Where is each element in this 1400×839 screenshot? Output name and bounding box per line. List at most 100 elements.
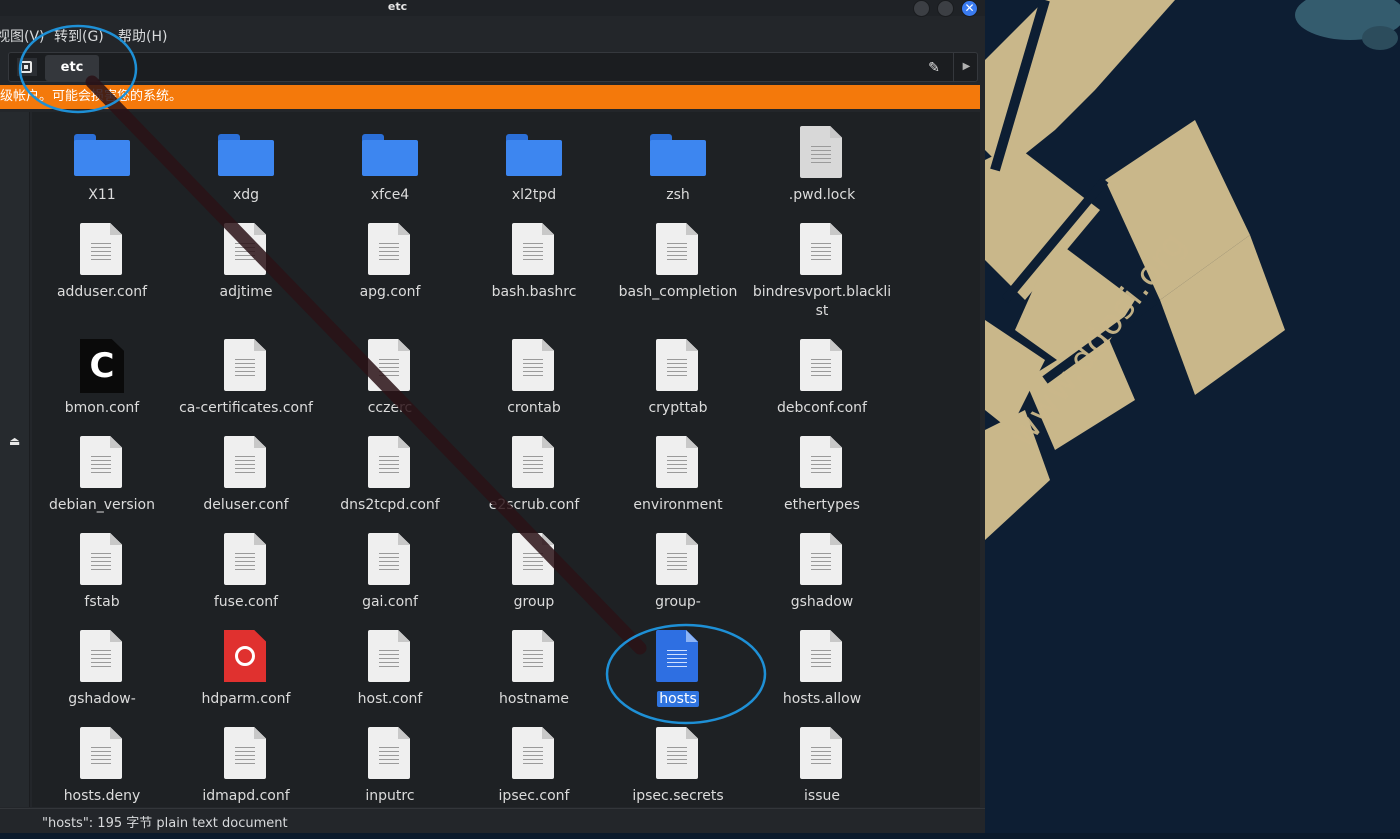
text-file-icon <box>80 727 124 781</box>
text-file-icon <box>656 533 700 587</box>
folder-icon <box>649 126 707 180</box>
text-file-icon <box>224 533 268 587</box>
file-name-label: hosts <box>657 691 699 707</box>
c-source-file-icon: C <box>80 339 124 393</box>
file-name-label: inputrc <box>365 788 415 804</box>
path-scroll-right-button[interactable]: ▶ <box>953 53 979 81</box>
file-item[interactable]: deluser.conf <box>176 428 316 524</box>
file-item[interactable]: issue <box>752 719 892 807</box>
status-bar: "hosts": 195 字节 plain text document <box>0 808 985 833</box>
file-name-label: ipsec.conf <box>498 788 570 804</box>
file-name-label: issue <box>804 788 840 804</box>
file-name-label: bmon.conf <box>64 400 140 416</box>
text-file-icon <box>224 339 268 393</box>
text-file-icon <box>512 630 556 684</box>
menu-help[interactable]: 帮助(H) <box>118 26 167 46</box>
file-item[interactable]: apg.conf <box>320 215 460 311</box>
drive-icon <box>20 61 32 73</box>
file-item[interactable]: bash_completion <box>608 215 748 311</box>
file-name-label: e2scrub.conf <box>488 497 580 513</box>
file-item[interactable]: host.conf <box>320 622 460 718</box>
file-item[interactable]: gshadow <box>752 525 892 621</box>
path-bar: etc ✎ ▶ <box>8 52 978 82</box>
file-item[interactable]: hostname <box>464 622 604 718</box>
menu-goto[interactable]: 转到(G) <box>54 26 104 46</box>
file-item[interactable]: dns2tcpd.conf <box>320 428 460 524</box>
file-name-label: ethertypes <box>784 497 860 513</box>
minimize-button[interactable] <box>913 0 930 17</box>
file-name-label: group- <box>655 594 701 610</box>
file-name-label: adjtime <box>219 284 273 300</box>
file-name-label: ca-certificates.conf <box>179 400 313 416</box>
file-name-label: deluser.conf <box>203 497 289 513</box>
file-name-label: fuse.conf <box>213 594 279 610</box>
file-name-label: fstab <box>84 594 120 610</box>
file-item[interactable]: gai.conf <box>320 525 460 621</box>
file-name-label: .pwd.lock <box>788 187 856 203</box>
path-root-button[interactable] <box>17 58 37 76</box>
file-item[interactable]: inputrc <box>320 719 460 807</box>
title-bar[interactable]: etc ✕ <box>0 0 985 17</box>
file-item[interactable]: adduser.conf <box>32 215 172 311</box>
file-manager-window: etc ✕ 视图(V) 转到(G) 帮助(H) etc ✎ ▶ 级帐户。可能会损… <box>0 0 985 833</box>
path-current-folder-button[interactable]: etc <box>45 55 99 81</box>
file-item[interactable]: hosts.deny <box>32 719 172 807</box>
menu-view[interactable]: 视图(V) <box>0 26 45 46</box>
file-item[interactable]: bindresvport.blacklist <box>752 215 892 319</box>
file-item[interactable]: hdparm.conf <box>176 622 316 718</box>
file-item[interactable]: ca-certificates.conf <box>176 331 316 427</box>
file-name-label: X11 <box>88 187 116 203</box>
chevron-right-icon: ▶ <box>962 61 971 72</box>
file-item[interactable]: idmapd.conf <box>176 719 316 807</box>
file-item[interactable]: xl2tpd <box>464 118 604 214</box>
text-file-icon <box>800 533 844 587</box>
file-item[interactable]: gshadow- <box>32 622 172 718</box>
text-file-icon <box>368 533 412 587</box>
file-item[interactable]: e2scrub.conf <box>464 428 604 524</box>
file-item[interactable]: X11 <box>32 118 172 214</box>
maximize-button[interactable] <box>937 0 954 17</box>
file-item[interactable]: ipsec.conf <box>464 719 604 807</box>
file-item[interactable]: crypttab <box>608 331 748 427</box>
text-file-icon <box>800 223 844 277</box>
text-file-icon <box>224 436 268 490</box>
file-item[interactable]: xdg <box>176 118 316 214</box>
text-file-icon <box>80 436 124 490</box>
file-item[interactable]: crontab <box>464 331 604 427</box>
file-item[interactable]: ipsec.secrets <box>608 719 748 807</box>
text-file-icon <box>656 339 700 393</box>
file-name-label: apg.conf <box>359 284 421 300</box>
file-name-label: hosts.allow <box>782 691 862 707</box>
file-item[interactable]: environment <box>608 428 748 524</box>
file-item[interactable]: group <box>464 525 604 621</box>
file-name-label: gai.conf <box>362 594 418 610</box>
edit-path-button[interactable]: ✎ <box>921 57 947 79</box>
file-name-label: xfce4 <box>370 187 410 203</box>
file-item[interactable]: .pwd.lock <box>752 118 892 214</box>
text-file-icon <box>368 630 412 684</box>
close-button[interactable]: ✕ <box>961 0 978 17</box>
file-item[interactable]: hosts.allow <box>752 622 892 718</box>
file-item[interactable]: bash.bashrc <box>464 215 604 311</box>
file-item[interactable]: fstab <box>32 525 172 621</box>
file-item[interactable]: debconf.conf <box>752 331 892 427</box>
file-item[interactable]: zsh <box>608 118 748 214</box>
file-item[interactable]: adjtime <box>176 215 316 311</box>
eject-icon[interactable]: ⏏ <box>9 434 20 448</box>
file-item[interactable]: hosts <box>608 622 748 718</box>
file-item[interactable]: cczerc <box>320 331 460 427</box>
file-item[interactable]: xfce4 <box>320 118 460 214</box>
file-name-label: zsh <box>666 187 690 203</box>
text-file-icon <box>512 339 556 393</box>
text-file-icon <box>368 436 412 490</box>
config-file-icon <box>224 630 268 684</box>
file-item[interactable]: fuse.conf <box>176 525 316 621</box>
file-name-label: hosts.deny <box>63 788 141 804</box>
window-title: etc <box>387 0 408 13</box>
file-item[interactable]: ethertypes <box>752 428 892 524</box>
file-item[interactable]: debian_version <box>32 428 172 524</box>
file-item[interactable]: Cbmon.conf <box>32 331 172 427</box>
file-item[interactable]: group- <box>608 525 748 621</box>
folder-icon <box>73 126 131 180</box>
file-name-label: hostname <box>499 691 569 707</box>
